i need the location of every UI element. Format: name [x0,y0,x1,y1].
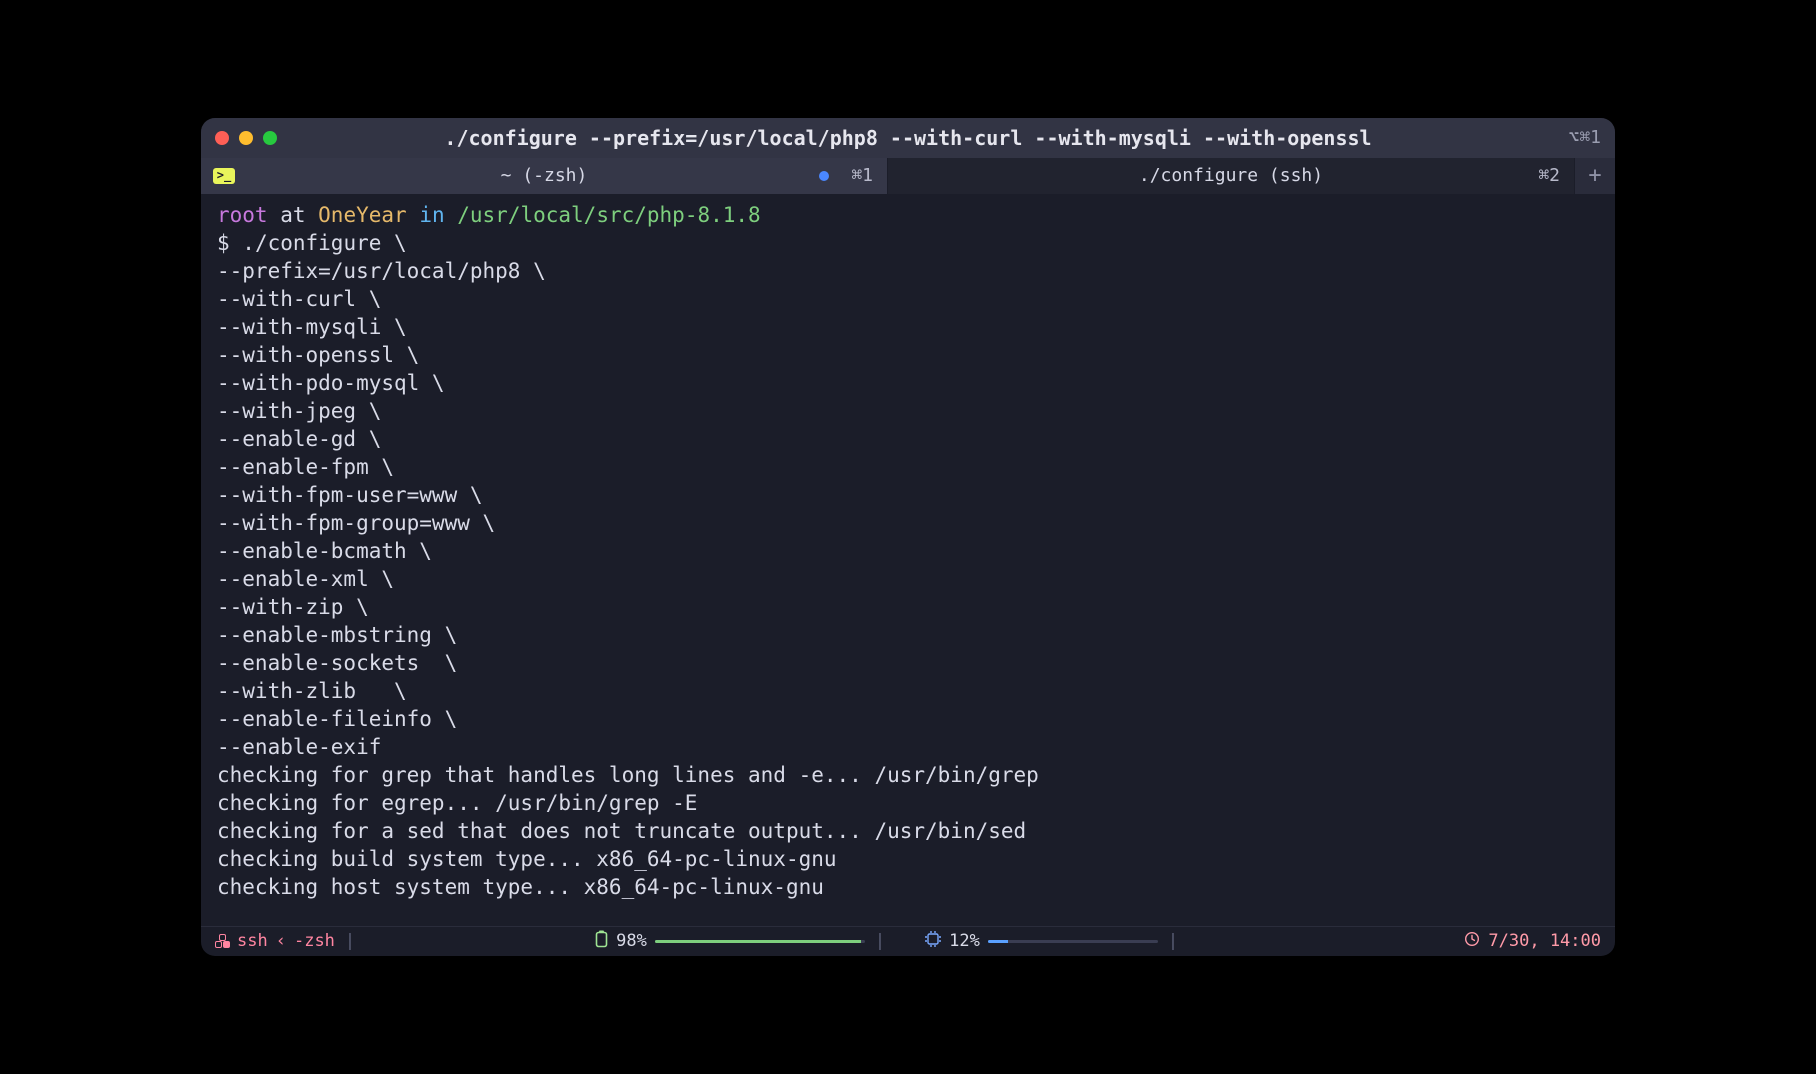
status-process: -zsh [294,930,335,953]
command-continuation: --enable-xml \ [217,566,1599,594]
tab-label: ~ (-zsh) [501,164,588,188]
battery-bar-fill [655,940,861,943]
status-cpu: 12% [925,930,1158,953]
tab-zsh[interactable]: >_ ~ (-zsh) ⌘1 [201,158,888,194]
command-text: ./configure \ [242,231,406,255]
status-clock: 7/30, 14:00 [1464,930,1601,953]
divider: | [345,930,355,953]
status-session: ssh ‹ -zsh [215,930,335,953]
clock-text: 7/30, 14:00 [1488,930,1601,953]
zoom-button[interactable] [263,131,277,145]
window-title: ./configure --prefix=/usr/local/php8 --w… [444,125,1371,152]
divider: | [1168,930,1178,953]
output-line: checking for egrep... /usr/bin/grep -E [217,790,1599,818]
command-continuation: --with-mysqli \ [217,314,1599,342]
terminal-viewport[interactable]: root at OneYear in /usr/local/src/php-8.… [201,194,1615,926]
battery-icon [595,930,608,953]
prompt-in: in [407,203,458,227]
status-separator: ‹ [276,930,286,953]
prompt-symbol: $ [217,231,242,255]
output-line: checking for a sed that does not truncat… [217,818,1599,846]
command-continuation: --enable-sockets \ [217,650,1599,678]
command-continuation: --with-fpm-user=www \ [217,482,1599,510]
activity-indicator-icon [819,171,829,181]
tab-configure[interactable]: ./configure (ssh) ⌘2 [888,158,1575,194]
command-block: $ ./configure \ --prefix=/usr/local/php8 … [217,230,1599,762]
battery-percent: 98% [616,930,647,953]
tab-shortcut: ⌘1 [851,164,873,188]
command-continuation: --enable-bcmath \ [217,538,1599,566]
window-controls [215,131,277,145]
command-continuation: --enable-fileinfo \ [217,706,1599,734]
tab-shortcut: ⌘2 [1538,164,1560,188]
status-battery: 98% [595,930,865,953]
command-continuation: --with-zlib \ [217,678,1599,706]
command-continuation: --with-openssl \ [217,342,1599,370]
tab-label: ./configure (ssh) [1139,164,1323,188]
new-tab-button[interactable]: + [1575,158,1615,194]
command-continuation: --with-fpm-group=www \ [217,510,1599,538]
prompt-line: root at OneYear in /usr/local/src/php-8.… [217,202,1599,230]
output-line: checking for grep that handles long line… [217,762,1599,790]
minimize-button[interactable] [239,131,253,145]
clock-icon [1464,931,1480,952]
command-continuation: --enable-mbstring \ [217,622,1599,650]
divider: | [875,930,885,953]
command-continuation: --enable-gd \ [217,426,1599,454]
battery-bar [655,940,865,943]
command-continuation: --with-jpeg \ [217,398,1599,426]
command-continuation: --enable-fpm \ [217,454,1599,482]
terminal-window: ./configure --prefix=/usr/local/php8 --w… [201,118,1615,956]
prompt-path: /usr/local/src/php-8.1.8 [457,203,760,227]
command-continuation: --with-zip \ [217,594,1599,622]
terminal-icon: >_ [213,168,235,184]
cpu-percent: 12% [949,930,980,953]
tab-bar: >_ ~ (-zsh) ⌘1 ./configure (ssh) ⌘2 + [201,158,1615,194]
prompt-host: OneYear [318,203,407,227]
command-continuation: --enable-exif [217,734,1599,762]
command-continuation: --with-curl \ [217,286,1599,314]
output-line: checking build system type... x86_64-pc-… [217,846,1599,874]
command-continuation: --with-pdo-mysql \ [217,370,1599,398]
output-line: checking host system type... x86_64-pc-l… [217,874,1599,902]
cpu-bar-fill [988,940,1008,943]
prompt-at: at [268,203,319,227]
output-block: checking for grep that handles long line… [217,762,1599,902]
status-session-name: ssh [237,930,268,953]
cpu-bar [988,940,1158,943]
titlebar: ./configure --prefix=/usr/local/php8 --w… [201,118,1615,158]
prompt-user: root [217,203,268,227]
network-icon [215,934,229,948]
status-bar: ssh ‹ -zsh | 98% | 12% | [201,926,1615,956]
cpu-icon [925,931,941,952]
command-continuation: --prefix=/usr/local/php8 \ [217,258,1599,286]
close-button[interactable] [215,131,229,145]
window-shortcut-hint: ⌥⌘1 [1568,126,1601,150]
